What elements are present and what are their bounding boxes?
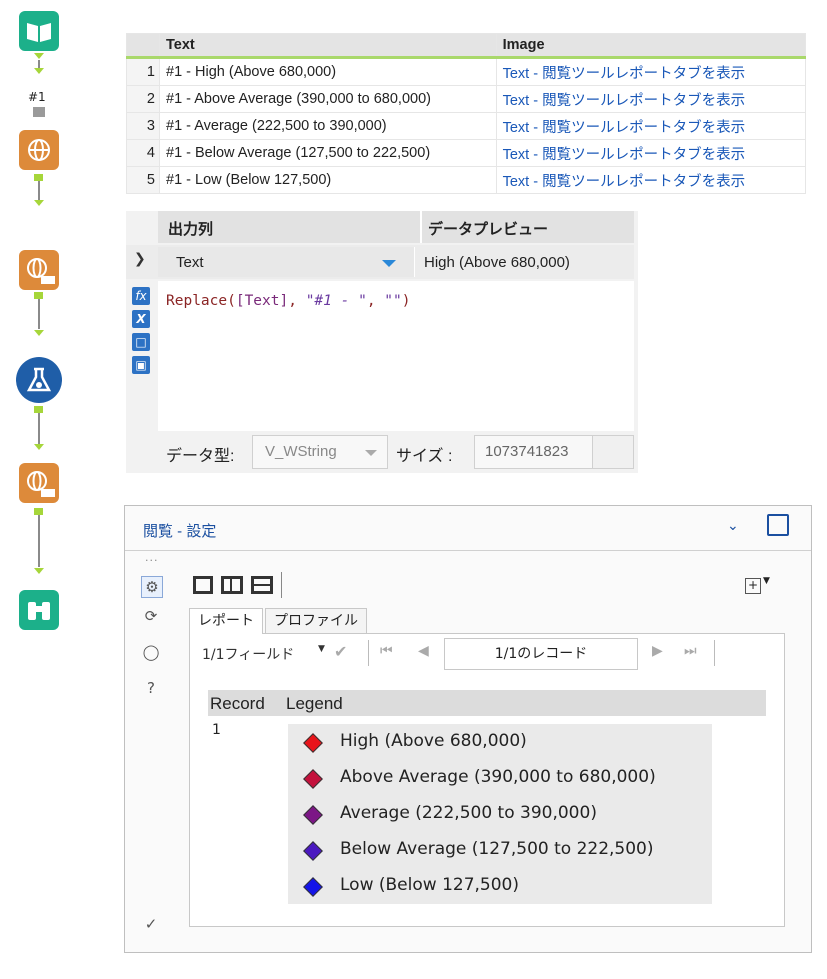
help-icon[interactable]: ?	[141, 678, 161, 698]
formula-header: 出力列 データプレビュー	[158, 211, 634, 243]
cell-text[interactable]: #1 - Below Average (127,500 to 222,500)	[159, 139, 497, 167]
chevron-down-icon[interactable]: ⌄	[727, 518, 739, 534]
table-row[interactable]: 1 #1 - High (Above 680,000) Text - 閲覧ツール…	[126, 57, 807, 86]
grid-header-text[interactable]: Text	[159, 33, 497, 59]
row-number: 3	[126, 112, 160, 140]
table-row[interactable]: 3 #1 - Average (222,500 to 390,000) Text…	[126, 112, 807, 140]
report-header: Record Legend	[208, 690, 766, 716]
formula-row: ❯ Text High (Above 680,000)	[126, 245, 634, 279]
dropdown-arrow-icon[interactable]	[382, 260, 396, 267]
datatype-select[interactable]: V_WString	[252, 435, 388, 469]
container-label: #1	[28, 90, 46, 104]
vertical-split-icon[interactable]	[251, 576, 273, 594]
cell-image[interactable]: Text - 閲覧ツールレポートタブを表示	[495, 139, 807, 167]
container-collapse-icon[interactable]	[33, 107, 45, 117]
check-circle-icon[interactable]: ✓	[141, 914, 161, 934]
add-tab-icon[interactable]: +	[745, 578, 761, 594]
output-globe-icon[interactable]	[19, 463, 59, 503]
diamond-icon	[303, 769, 323, 789]
record-navigator: 1/1フィールド ▼ ✔ ⏮ ◀ 1/1のレコード ▶ ⏭	[190, 634, 784, 672]
results-grid: Text Image 1 #1 - High (Above 680,000) T…	[126, 33, 807, 194]
diamond-icon	[303, 877, 323, 897]
record-position-input[interactable]: 1/1のレコード	[444, 638, 638, 670]
output-field-select[interactable]: Text	[158, 247, 415, 277]
row-number: 2	[126, 85, 160, 113]
undock-window-icon[interactable]	[767, 514, 789, 536]
diamond-icon	[303, 805, 323, 825]
variable-x-icon[interactable]: X	[132, 310, 150, 328]
diamond-icon	[303, 733, 323, 753]
header-output-column: 出力列	[168, 220, 214, 238]
size-stepper[interactable]	[592, 436, 633, 468]
header-data-preview: データプレビュー	[428, 220, 549, 238]
check-icon[interactable]: ✔	[334, 642, 347, 661]
single-layout-icon[interactable]	[193, 576, 213, 594]
connection-icon[interactable]: ⟳	[141, 606, 161, 626]
formula-flask-icon[interactable]	[16, 357, 62, 403]
transform-globe-icon[interactable]	[19, 250, 59, 290]
chevron-down-icon[interactable]: ❯	[134, 251, 146, 267]
gear-icon[interactable]: ⚙	[141, 576, 163, 598]
field-count[interactable]: 1/1フィールド	[202, 644, 294, 664]
open-folder-icon[interactable]: □	[132, 333, 150, 351]
dropdown-arrow-icon[interactable]: ▼	[763, 576, 770, 586]
row-number: 5	[126, 166, 160, 194]
cell-text[interactable]: #1 - Above Average (390,000 to 680,000)	[159, 85, 497, 113]
size-input[interactable]: 1073741823	[474, 435, 634, 469]
table-row[interactable]: 2 #1 - Above Average (390,000 to 680,000…	[126, 85, 807, 113]
function-fx-icon[interactable]: fx	[132, 287, 150, 305]
more-dots-icon[interactable]: ···	[145, 554, 159, 567]
expression-text[interactable]: Replace([Text], "#1 - ", "")	[166, 293, 410, 309]
row-number: 1	[126, 57, 160, 86]
cell-text[interactable]: #1 - Average (222,500 to 390,000)	[159, 112, 497, 140]
diamond-icon	[303, 841, 323, 861]
formula-panel: 出力列 データプレビュー ❯ Text High (Above 680,000)…	[126, 211, 638, 473]
report-view: 1/1フィールド ▼ ✔ ⏮ ◀ 1/1のレコード ▶ ⏭ Record Leg…	[189, 633, 785, 927]
browse-binoculars-icon[interactable]	[19, 590, 59, 630]
cell-image[interactable]: Text - 閲覧ツールレポートタブを表示	[495, 112, 807, 140]
row-number: 4	[126, 139, 160, 167]
cell-image[interactable]: Text - 閲覧ツールレポートタブを表示	[495, 85, 807, 113]
browse-config-panel: 閲覧 - 設定 ⌄ ··· ⚙ ⟳ ◯ ? ✓ + ▼ レポート プロファイル …	[124, 505, 812, 953]
text-input-globe-icon[interactable]	[19, 130, 59, 170]
cell-text[interactable]: #1 - Low (Below 127,500)	[159, 166, 497, 194]
legend: High (Above 680,000) Above Average (390,…	[288, 724, 712, 904]
table-row[interactable]: 4 #1 - Below Average (127,500 to 222,500…	[126, 139, 807, 167]
tag-icon[interactable]: ◯	[141, 642, 161, 662]
dropdown-arrow-icon[interactable]	[365, 450, 377, 456]
first-record-icon[interactable]: ⏮	[380, 643, 393, 659]
last-record-icon[interactable]: ⏭	[684, 643, 697, 659]
grid-header-image[interactable]: Image	[495, 33, 807, 59]
field-type-bar: データ型: V_WString サイズ : 1073741823	[158, 433, 634, 473]
cell-image[interactable]: Text - 閲覧ツールレポートタブを表示	[495, 166, 807, 194]
horizontal-split-icon[interactable]	[221, 576, 243, 594]
save-disk-icon[interactable]: ▣	[132, 356, 150, 374]
dropdown-arrow-icon[interactable]: ▼	[318, 644, 325, 654]
data-preview-value: High (Above 680,000)	[424, 254, 570, 271]
cell-text[interactable]: #1 - High (Above 680,000)	[159, 57, 497, 86]
input-book-icon[interactable]	[19, 11, 59, 51]
next-record-icon[interactable]: ▶	[652, 643, 663, 659]
record-number: 1	[212, 722, 221, 738]
cell-image[interactable]: Text - 閲覧ツールレポートタブを表示	[495, 57, 807, 86]
tab-report[interactable]: レポート	[189, 608, 263, 634]
datatype-label: データ型:	[166, 448, 235, 465]
size-label: サイズ :	[396, 448, 453, 465]
header-record: Record	[210, 694, 265, 713]
panel-title: 閲覧 - 設定	[143, 523, 217, 540]
previous-record-icon[interactable]: ◀	[418, 643, 429, 659]
header-legend: Legend	[286, 694, 343, 713]
table-row[interactable]: 5 #1 - Low (Below 127,500) Text - 閲覧ツールレ…	[126, 166, 807, 194]
tab-profile[interactable]: プロファイル	[265, 608, 367, 634]
